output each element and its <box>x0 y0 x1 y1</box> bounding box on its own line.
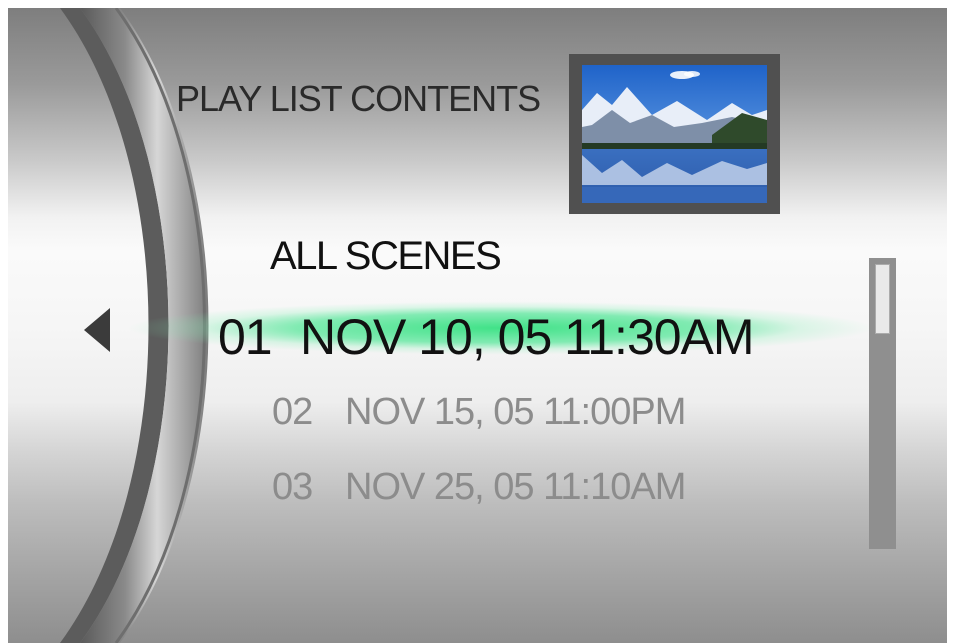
scene-item[interactable]: 01 NOV 10, 05 11:30AM <box>218 308 755 366</box>
playlist-screen: PLAY LIST CONTENTS ALL SCENES 01 NOV 10,… <box>8 8 947 643</box>
mountain-lake-thumbnail <box>582 65 767 203</box>
scene-datetime: NOV 15, 05 11:00PM <box>345 391 686 433</box>
page-title: PLAY LIST CONTENTS <box>176 78 541 119</box>
scrollbar-thumb[interactable] <box>875 264 890 334</box>
scene-number: 01 <box>218 309 273 365</box>
scrollbar[interactable] <box>869 258 896 549</box>
scene-number: 03 <box>272 466 313 508</box>
triangle-left-icon[interactable] <box>84 308 110 352</box>
scene-number: 02 <box>272 391 313 433</box>
scene-item[interactable]: 02 NOV 15, 05 11:00PM <box>272 391 686 434</box>
scene-thumbnail <box>569 54 780 214</box>
all-scenes-item[interactable]: ALL SCENES <box>270 234 502 279</box>
scene-datetime: NOV 25, 05 11:10AM <box>345 466 686 508</box>
scene-datetime: NOV 10, 05 11:30AM <box>300 309 755 365</box>
scene-item[interactable]: 03 NOV 25, 05 11:10AM <box>272 466 686 509</box>
